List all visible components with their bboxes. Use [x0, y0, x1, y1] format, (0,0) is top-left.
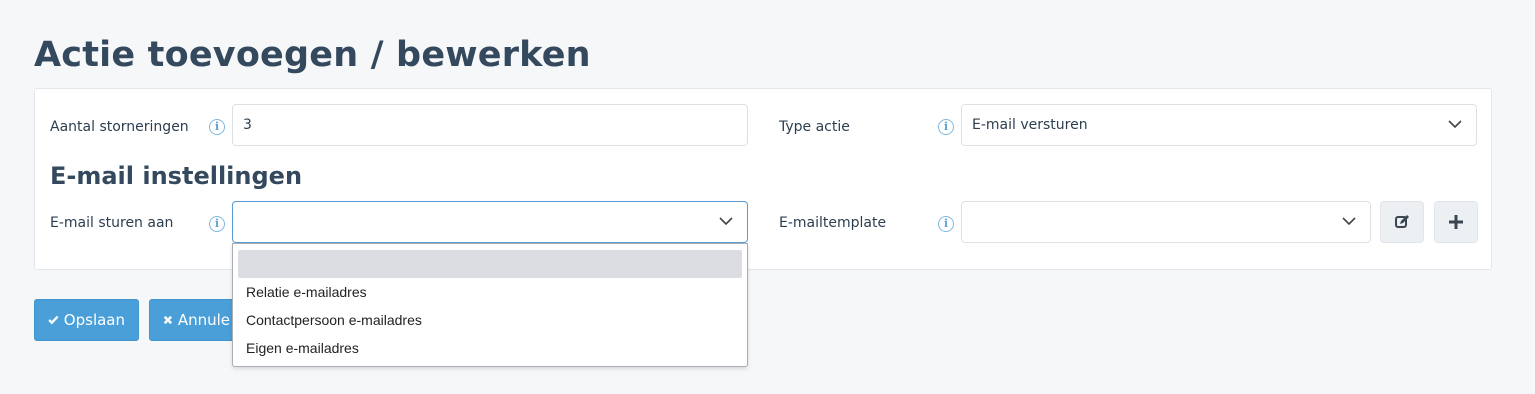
- check-icon: [48, 315, 59, 325]
- email-sturen-aan-select[interactable]: [232, 201, 748, 243]
- edit-template-button[interactable]: [1380, 201, 1424, 243]
- chevron-down-icon: [1448, 120, 1462, 129]
- cancel-button[interactable]: Annule: [149, 299, 244, 341]
- save-button[interactable]: Opslaan: [34, 299, 139, 341]
- dropdown-option-empty[interactable]: [238, 250, 742, 278]
- type-actie-label: Type actie: [779, 119, 850, 135]
- info-icon[interactable]: i: [209, 216, 225, 232]
- chevron-down-icon: [1342, 217, 1356, 226]
- edit-icon: [1395, 215, 1409, 228]
- info-icon[interactable]: i: [938, 119, 954, 135]
- aantal-storneringen-label: Aantal storneringen: [50, 119, 189, 135]
- section-title: E-mail instellingen: [50, 162, 303, 190]
- cancel-button-label: Annule: [177, 311, 230, 329]
- type-actie-value: E-mail versturen: [972, 117, 1088, 133]
- plus-icon: [1449, 215, 1463, 229]
- email-sturen-aan-dropdown: Relatie e-mailadres Contactpersoon e-mai…: [232, 243, 748, 367]
- info-icon[interactable]: i: [938, 216, 954, 232]
- dropdown-option-relatie[interactable]: Relatie e-mailadres: [238, 278, 742, 306]
- aantal-storneringen-value: 3: [243, 117, 252, 133]
- emailtemplate-select[interactable]: [961, 201, 1371, 243]
- dropdown-option-eigen[interactable]: Eigen e-mailadres: [238, 334, 742, 362]
- type-actie-select[interactable]: E-mail versturen: [961, 104, 1477, 146]
- dropdown-option-contactpersoon[interactable]: Contactpersoon e-mailadres: [238, 306, 742, 334]
- times-icon: [163, 315, 173, 325]
- email-sturen-aan-label: E-mail sturen aan: [50, 215, 174, 231]
- chevron-down-icon: [719, 217, 733, 226]
- add-template-button[interactable]: [1434, 201, 1478, 243]
- save-button-label: Opslaan: [63, 311, 125, 329]
- info-icon[interactable]: i: [209, 119, 225, 135]
- page-title: Actie toevoegen / bewerken: [34, 35, 591, 75]
- emailtemplate-label: E-mailtemplate: [779, 215, 887, 231]
- aantal-storneringen-input[interactable]: 3: [232, 104, 748, 146]
